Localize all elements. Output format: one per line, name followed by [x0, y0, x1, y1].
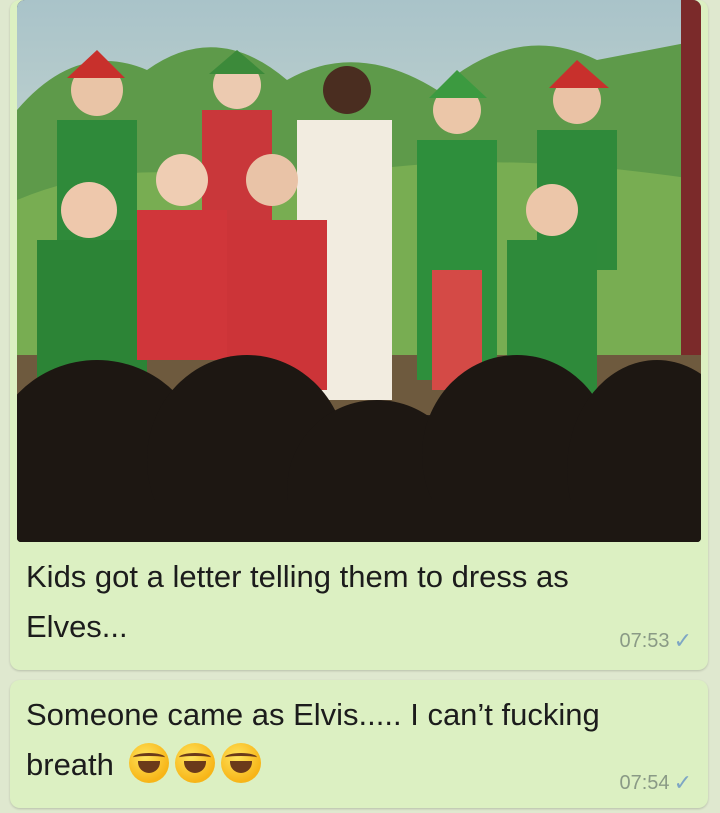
message-time: 07:54	[619, 771, 670, 794]
message-bubble-photo[interactable]: Kids got a letter telling them to dress …	[10, 0, 708, 670]
message-text-content: Someone came as Elvis..... I can’t fucki…	[26, 697, 600, 782]
message-bubble-text[interactable]: Someone came as Elvis..... I can’t fucki…	[10, 680, 708, 808]
message-text: Kids got a letter telling them to dress …	[26, 559, 569, 644]
laughing-tears-emoji	[174, 743, 215, 783]
single-check-icon: ✓	[673, 628, 692, 653]
message-time: 07:53	[619, 629, 670, 652]
photo-image	[17, 0, 701, 542]
single-check-icon: ✓	[673, 770, 692, 795]
laughing-tears-emoji	[128, 743, 169, 783]
message-meta: 07:54 ✓	[620, 770, 693, 796]
message-meta: 07:53 ✓	[620, 628, 693, 654]
laughing-tears-emoji	[220, 743, 261, 783]
message-photo[interactable]	[17, 0, 701, 542]
message-text: Someone came as Elvis..... I can’t fucki…	[26, 690, 686, 790]
